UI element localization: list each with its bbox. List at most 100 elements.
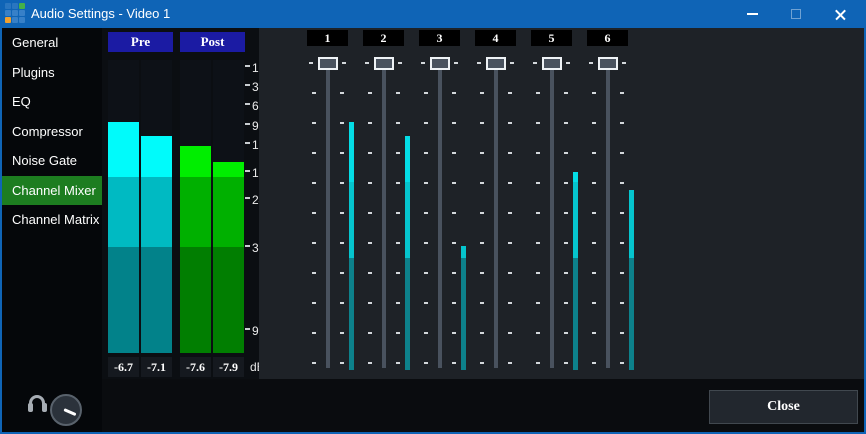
channel-2-meter-segment xyxy=(405,136,410,182)
slider-tick xyxy=(398,62,402,64)
slider-tick xyxy=(342,62,346,64)
channel-5-slider-track[interactable] xyxy=(550,59,554,368)
channel-4-slider-handle[interactable] xyxy=(486,57,506,70)
slider-tick xyxy=(454,62,458,64)
slider-tick xyxy=(368,242,372,244)
close-button[interactable]: Close xyxy=(709,390,858,424)
slider-tick xyxy=(452,92,456,94)
slider-tick xyxy=(620,212,624,214)
channel-2-header: 2 xyxy=(363,30,404,46)
slider-tick xyxy=(396,302,400,304)
headphones-icon[interactable] xyxy=(28,394,47,412)
channel-4-slider-track[interactable] xyxy=(494,59,498,368)
channel-5-slider-handle[interactable] xyxy=(542,57,562,70)
slider-tick xyxy=(589,62,593,64)
slider-tick xyxy=(312,122,316,124)
slider-tick xyxy=(452,152,456,154)
app-logo-square xyxy=(19,3,25,9)
headphone-volume-knob[interactable] xyxy=(50,394,82,426)
slider-tick xyxy=(424,182,428,184)
slider-tick xyxy=(592,362,596,364)
channel-6-slider-handle[interactable] xyxy=(598,57,618,70)
minimize-button[interactable] xyxy=(730,0,774,28)
channel-1-meter-segment xyxy=(349,182,354,258)
channel-1-slider-track[interactable] xyxy=(326,59,330,368)
slider-tick xyxy=(368,212,372,214)
slider-tick xyxy=(620,152,624,154)
window-title: Audio Settings - Video 1 xyxy=(31,0,170,28)
slider-tick xyxy=(368,92,372,94)
slider-tick xyxy=(340,182,344,184)
slider-tick xyxy=(480,362,484,364)
slider-tick xyxy=(340,242,344,244)
app-logo-square xyxy=(12,17,18,23)
scale-tick xyxy=(245,123,250,125)
sidebar-item-channel-matrix[interactable]: Channel Matrix xyxy=(2,205,102,235)
slider-tick xyxy=(424,272,428,274)
slider-tick xyxy=(536,242,540,244)
slider-tick xyxy=(592,302,596,304)
post-button[interactable]: Post xyxy=(180,32,245,52)
slider-tick xyxy=(533,62,537,64)
slider-tick xyxy=(564,242,568,244)
slider-tick xyxy=(340,122,344,124)
slider-tick xyxy=(365,62,369,64)
slider-tick xyxy=(564,152,568,154)
channel-slider-panel: 123456 xyxy=(259,28,864,379)
slider-tick xyxy=(564,212,568,214)
sidebar-item-plugins[interactable]: Plugins xyxy=(2,58,102,88)
slider-tick xyxy=(508,362,512,364)
slider-tick xyxy=(340,92,344,94)
sidebar-item-general[interactable]: General xyxy=(2,28,102,58)
slider-tick xyxy=(452,212,456,214)
slider-tick xyxy=(368,272,372,274)
pre-button[interactable]: Pre xyxy=(108,32,173,52)
slider-tick xyxy=(564,332,568,334)
channel-6-slider-track[interactable] xyxy=(606,59,610,368)
slider-tick xyxy=(536,122,540,124)
slider-tick xyxy=(452,362,456,364)
slider-tick xyxy=(592,332,596,334)
slider-tick xyxy=(396,182,400,184)
slider-tick xyxy=(424,122,428,124)
channel-3-slider-handle[interactable] xyxy=(430,57,450,70)
slider-tick xyxy=(592,92,596,94)
channel-5-meter-segment xyxy=(573,258,578,370)
window-body: GeneralPluginsEQCompressorNoise GateChan… xyxy=(2,28,864,432)
slider-tick xyxy=(564,362,568,364)
post-meter-bar-2 xyxy=(213,60,244,353)
close-icon xyxy=(834,8,847,21)
channel-1-slider-handle[interactable] xyxy=(318,57,338,70)
slider-tick xyxy=(536,92,540,94)
slider-tick xyxy=(452,122,456,124)
channel-3-header: 3 xyxy=(419,30,460,46)
channel-2-meter-segment xyxy=(405,182,410,258)
slider-tick xyxy=(620,332,624,334)
channel-2-slider-track[interactable] xyxy=(382,59,386,368)
close-window-button[interactable] xyxy=(818,0,862,28)
slider-tick xyxy=(452,302,456,304)
slider-tick xyxy=(312,92,316,94)
slider-tick xyxy=(424,302,428,304)
sidebar-item-noise-gate[interactable]: Noise Gate xyxy=(2,146,102,176)
app-logo-square xyxy=(12,10,18,16)
channel-3-slider-track[interactable] xyxy=(438,59,442,368)
slider-tick xyxy=(620,242,624,244)
headphones-cup-right xyxy=(42,403,47,412)
sidebar-item-eq[interactable]: EQ xyxy=(2,87,102,117)
slider-tick xyxy=(564,182,568,184)
slider-tick xyxy=(620,122,624,124)
app-logo-square xyxy=(19,10,25,16)
sidebar-item-channel-mixer[interactable]: Channel Mixer xyxy=(2,176,102,206)
slider-tick xyxy=(592,242,596,244)
channel-2-slider-handle[interactable] xyxy=(374,57,394,70)
meter-fill-segment xyxy=(141,177,172,247)
app-logo-square xyxy=(5,10,11,16)
slider-tick xyxy=(536,152,540,154)
slider-tick xyxy=(396,92,400,94)
titlebar[interactable]: Audio Settings - Video 1 xyxy=(0,0,866,28)
meter-fill-segment xyxy=(180,247,211,353)
slider-tick xyxy=(368,362,372,364)
sidebar-item-compressor[interactable]: Compressor xyxy=(2,117,102,147)
pre-meter-bar-1 xyxy=(108,60,139,353)
